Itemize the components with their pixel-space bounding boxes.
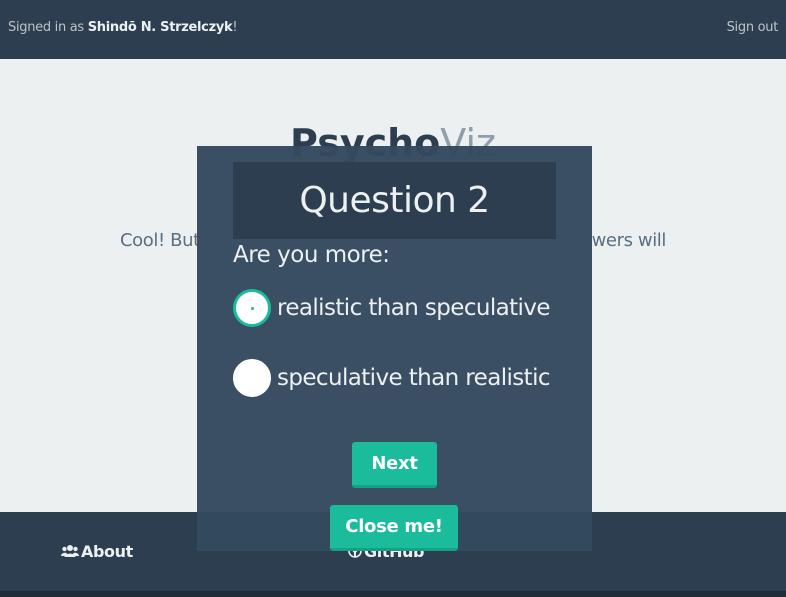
top-navbar: Signed in as Shindō N. Strzelczyk! Sign … [0, 0, 786, 59]
option-label: realistic than speculative [277, 295, 551, 321]
question-modal: Question 2 Are you more: realistic than … [197, 146, 592, 551]
about-label: About [81, 542, 133, 561]
radio-button[interactable] [233, 359, 271, 397]
option-speculative[interactable]: speculative than realistic [233, 359, 551, 397]
sign-out-link[interactable]: Sign out [727, 20, 779, 35]
signed-in-status: Signed in as Shindō N. Strzelczyk! [8, 20, 238, 35]
signed-in-prefix: Signed in as [8, 20, 88, 35]
signed-in-suffix: ! [232, 20, 238, 35]
users-icon [61, 545, 79, 557]
about-link[interactable]: About [61, 542, 133, 561]
close-button[interactable]: Close me! [330, 505, 458, 551]
intro-left: Cool! But [120, 230, 200, 251]
option-label: speculative than realistic [277, 365, 551, 391]
intro-right: wers will [591, 230, 667, 251]
user-name: Shindō N. Strzelczyk [87, 20, 233, 35]
radio-button-checked[interactable] [233, 289, 271, 327]
next-button[interactable]: Next [352, 442, 437, 488]
question-prompt: Are you more: [233, 242, 390, 268]
question-title: Question 2 [233, 162, 556, 239]
option-realistic[interactable]: realistic than speculative [233, 289, 551, 327]
footer-bottom-strip [0, 591, 786, 597]
